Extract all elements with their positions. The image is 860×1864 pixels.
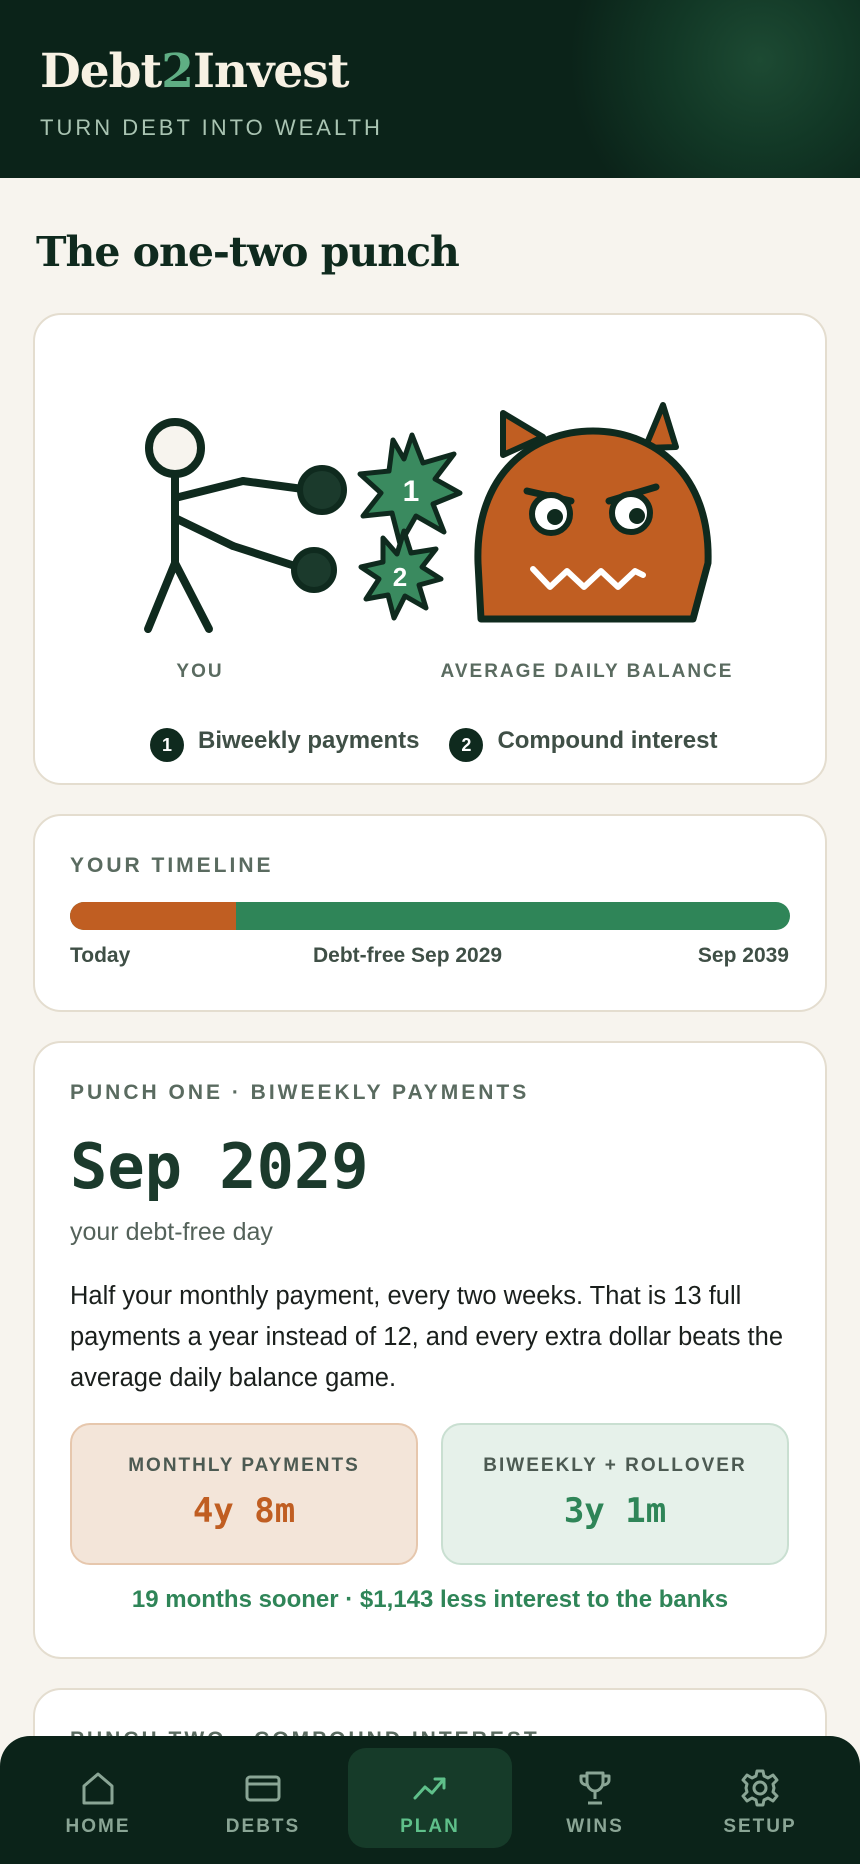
debt-free-date: Sep 2029 — [70, 1130, 369, 1203]
nav-label: PLAN — [400, 1816, 460, 1837]
timeline-heading: YOUR TIMELINE — [70, 854, 274, 877]
biweekly-rollover-stat: BIWEEKLY + ROLLOVER 3y 1m — [441, 1423, 789, 1565]
nav-label: DEBTS — [225, 1816, 301, 1837]
legend-label: Biweekly payments — [198, 727, 420, 754]
nav-label: HOME — [65, 1816, 131, 1837]
nav-wins[interactable]: WINS — [513, 1748, 677, 1848]
gear-icon — [741, 1769, 779, 1807]
enemy-label: AVERAGE DAILY BALANCE — [441, 661, 734, 682]
stat-value: 3y 1m — [563, 1491, 667, 1531]
stick-figure-icon — [144, 418, 307, 633]
trophy-icon — [579, 1771, 611, 1805]
legend-label: Compound interest — [497, 727, 718, 754]
app-logo: Debt2Invest — [40, 44, 349, 99]
legend-number-badge: 1 — [150, 728, 184, 762]
nav-plan[interactable]: PLAN — [348, 1748, 512, 1848]
stat-value: 4y 8m — [192, 1491, 296, 1531]
fist-1-icon — [297, 465, 347, 515]
nav-label: SETUP — [723, 1816, 797, 1837]
nav-debts[interactable]: DEBTS — [181, 1748, 345, 1848]
nav-setup[interactable]: SETUP — [678, 1748, 842, 1848]
app-tagline: TURN DEBT INTO WEALTH — [40, 115, 383, 140]
stat-label: MONTHLY PAYMENTS — [128, 1455, 360, 1476]
home-icon — [82, 1772, 114, 1805]
burst-2-number: 2 — [393, 562, 407, 592]
legend-item: 2 Compound interest — [449, 720, 717, 762]
savings-summary: 19 months sooner · $1,143 less interest … — [131, 1586, 729, 1613]
timeline-debt-free-label: Debt-free Sep 2029 — [313, 944, 503, 967]
one-two-punch-illustration: 1 2 YOU AVERAGE DAILY BALANCE — [144, 402, 734, 682]
timeline-start-label: Today — [70, 944, 131, 967]
timeline-bar — [70, 902, 790, 930]
burst-1-number: 1 — [403, 475, 420, 508]
trend-icon — [413, 1777, 446, 1800]
punch-one-description: Half your monthly payment, every two wee… — [70, 1282, 784, 1392]
punch-legend: 1 Biweekly payments 2 Compound interest — [150, 720, 747, 762]
legend-number-badge: 2 — [449, 728, 484, 762]
page-title: The one-two punch — [36, 228, 460, 276]
punch-one-heading: PUNCH ONE · BIWEEKLY PAYMENTS — [70, 1081, 530, 1104]
app-header: Debt2Invest TURN DEBT INTO WEALTH — [0, 0, 860, 178]
fist-2-icon — [291, 547, 337, 593]
monthly-payments-stat: MONTHLY PAYMENTS 4y 8m — [70, 1423, 418, 1565]
card-icon — [245, 1775, 281, 1802]
debt-free-subtitle: your debt-free day — [70, 1218, 273, 1246]
timeline-end-label: Sep 2039 — [697, 944, 789, 967]
nav-home[interactable]: HOME — [16, 1748, 180, 1848]
monster-icon — [474, 402, 712, 623]
you-label: YOU — [176, 661, 223, 682]
nav-label: WINS — [566, 1816, 624, 1837]
bottom-nav: HOME DEBTS PLAN WINS SETUP — [0, 1736, 860, 1864]
legend-item: 1 Biweekly payments — [150, 720, 419, 762]
timeline-debt-segment — [70, 902, 236, 930]
stat-label: BIWEEKLY + ROLLOVER — [483, 1455, 747, 1476]
